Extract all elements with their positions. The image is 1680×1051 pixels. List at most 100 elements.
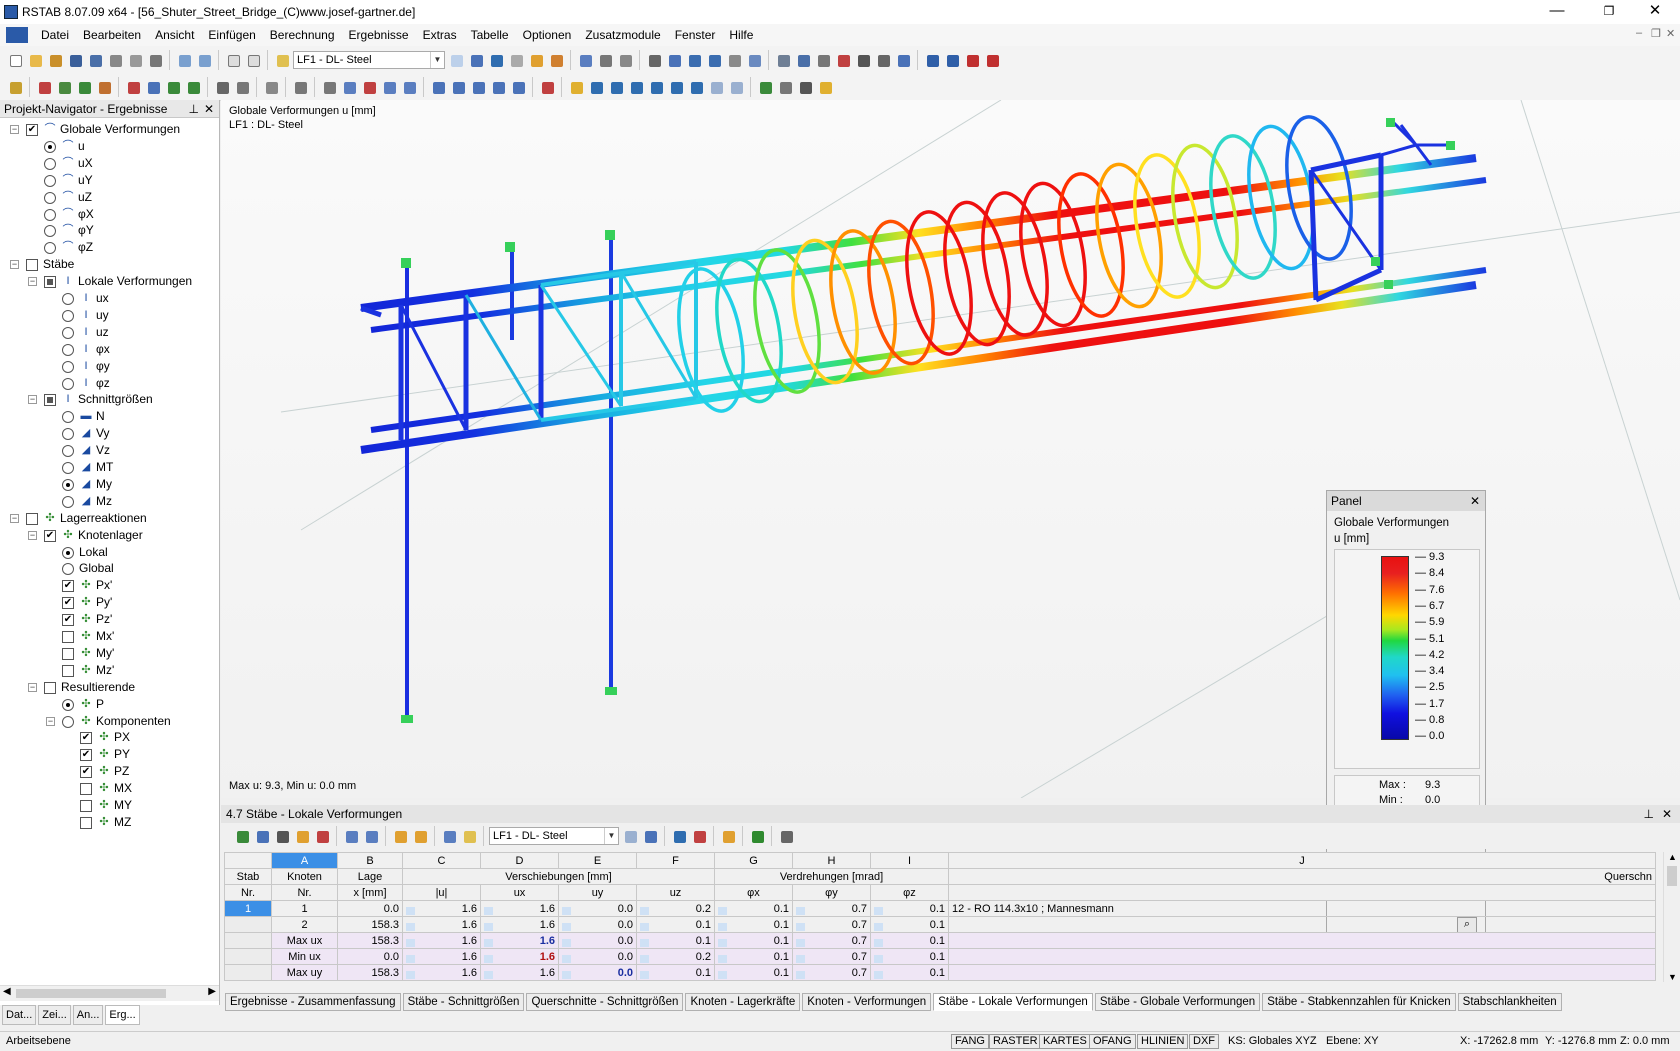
section-icon[interactable] [616,51,634,69]
zoom-all-icon[interactable] [705,51,723,69]
printout-report-icon[interactable] [146,51,164,69]
cell-u[interactable]: 1.6 [402,964,481,981]
tree-item-lux[interactable]: Iux [0,290,215,307]
row-header[interactable] [224,948,272,965]
menu-extras[interactable]: Extras [416,28,464,42]
tree-item-lpy[interactable]: Iφy [0,358,215,375]
screenshot-icon[interactable] [874,51,892,69]
tree-item-Py1[interactable]: ✔ ✣ Py' [0,594,215,611]
cell-q[interactable] [948,916,1656,933]
box-icon[interactable] [380,78,398,96]
cell-knoten[interactable]: 1 [271,900,338,917]
radio-button[interactable] [62,428,74,441]
table-icon[interactable] [796,78,814,96]
close-icon[interactable]: ✕ [204,100,214,118]
radio-button[interactable] [62,293,74,305]
imposed-icon[interactable] [184,78,202,96]
tab-staebe-schnittgroessen[interactable]: Stäbe - Schnittgrößen [402,993,525,1011]
maximize-button[interactable]: ❐ [1586,0,1632,24]
table-loadcase-combo[interactable]: LF1 - DL- Steel ▼ [489,827,619,845]
radio-button[interactable] [62,326,74,339]
cell-ux[interactable]: 1.6 [480,948,559,965]
find-icon[interactable] [360,78,378,96]
tree-item-komp[interactable]: − ✣ Komponenten [0,713,215,730]
cell-x[interactable]: 158.3 [337,964,403,981]
row-header[interactable] [224,916,272,933]
glines-button[interactable]: HLINIEN [1137,1034,1189,1049]
results-on-off-icon[interactable] [487,51,505,69]
cell-pz[interactable]: 0.1 [870,932,949,949]
checkbox[interactable] [44,276,56,289]
cell-pz[interactable]: 0.1 [870,900,949,917]
tree-item-MX[interactable]: ✣ MX [0,780,215,797]
cell-px[interactable]: 0.1 [714,916,793,933]
tree-item-knoten[interactable]: − ✔ ✣ Knotenlager [0,527,215,544]
radio-button[interactable] [44,208,56,221]
tree-item-Mx1[interactable]: ✣ Mx' [0,628,215,645]
cell-q[interactable] [948,948,1656,965]
menu-tabelle[interactable]: Tabelle [464,28,516,42]
scale-icon[interactable] [776,78,794,96]
tab-views[interactable]: An... [72,1005,104,1025]
cell-u[interactable]: 1.6 [402,900,481,917]
cell-pz[interactable]: 0.1 [870,964,949,981]
close-button[interactable]: ✕ [1632,0,1678,24]
table-row[interactable]: Min ux 0.0 1.6 1.6 0.0 0.2 0.1 0.7 0.1 [224,948,1656,965]
cell-py[interactable]: 0.7 [792,964,871,981]
checkbox[interactable] [80,783,92,796]
table-graph-icon[interactable] [670,827,688,845]
tree-item-result[interactable]: − Resultierende [0,679,215,696]
cell-px[interactable]: 0.1 [714,948,793,965]
load-member-icon[interactable] [144,78,162,96]
move-icon[interactable] [291,78,309,96]
close-icon[interactable]: ✕ [1662,805,1672,823]
deform-icon[interactable] [567,78,585,96]
radio-button[interactable] [62,360,74,373]
tab-staebe-lokale-verformungen[interactable]: Stäbe - Lokale Verformungen [933,993,1093,1011]
save-icon[interactable] [66,51,84,69]
save-all-icon[interactable] [86,51,104,69]
table-print-icon[interactable] [313,827,331,845]
tree-item-MZ[interactable]: ✣ MZ [0,814,215,831]
measure-icon[interactable] [320,78,338,96]
node-icon[interactable] [6,78,24,96]
tab-knoten-verformungen[interactable]: Knoten - Verformungen [802,993,932,1011]
radio-button[interactable] [62,563,74,576]
table-row[interactable]: Max ux 158.3 1.6 1.6 0.0 0.1 0.1 0.7 0.1 [224,932,1656,949]
radio-button[interactable] [62,462,74,474]
menu-bearbeiten[interactable]: Bearbeiten [76,28,148,42]
cell-x[interactable]: 0.0 [337,948,403,965]
comment-icon[interactable] [233,78,251,96]
minimize-button[interactable]: — [1534,0,1580,24]
table-sync-icon[interactable] [411,827,429,845]
radio-button[interactable] [62,445,74,458]
checkbox[interactable]: ✔ [62,614,74,627]
select-icon[interactable] [645,51,663,69]
walk-icon[interactable] [894,51,912,69]
print-icon[interactable] [106,51,124,69]
col-letter[interactable]: I [870,852,949,869]
tab-display[interactable]: Zei... [38,1005,71,1025]
tree-item-PX[interactable]: ✔ ✣ PX [0,729,215,746]
tab-ergebnisse-zusammenfassung[interactable]: Ergebnisse - Zusammenfassung [225,993,401,1011]
tree-item-N[interactable]: ▬ N [0,408,215,425]
checkbox[interactable] [80,800,92,812]
col-letter[interactable]: D [480,852,559,869]
close-icon[interactable]: ✕ [1470,491,1480,511]
tree-item-luy[interactable]: Iuy [0,307,215,324]
table-edit-icon[interactable] [273,827,291,845]
axis-minus-x-icon[interactable] [489,78,507,96]
radio-button[interactable] [44,191,56,204]
support-reaction-icon[interactable] [756,78,774,96]
result-Pz-icon[interactable] [727,78,745,96]
cell-uz[interactable]: 0.1 [636,916,715,933]
loadcase-icon[interactable] [273,51,291,69]
checkbox[interactable] [62,631,74,643]
table-prev-lc-icon[interactable] [621,827,639,845]
checkbox[interactable] [26,259,38,272]
max-min-icon[interactable] [596,51,614,69]
table-results-icon[interactable] [690,827,708,845]
tree-item-lokal[interactable]: − I Lokale Verformungen [0,273,215,290]
tree-item-Px1[interactable]: ✔ ✣ Px' [0,577,215,594]
support-icon[interactable] [75,78,93,96]
